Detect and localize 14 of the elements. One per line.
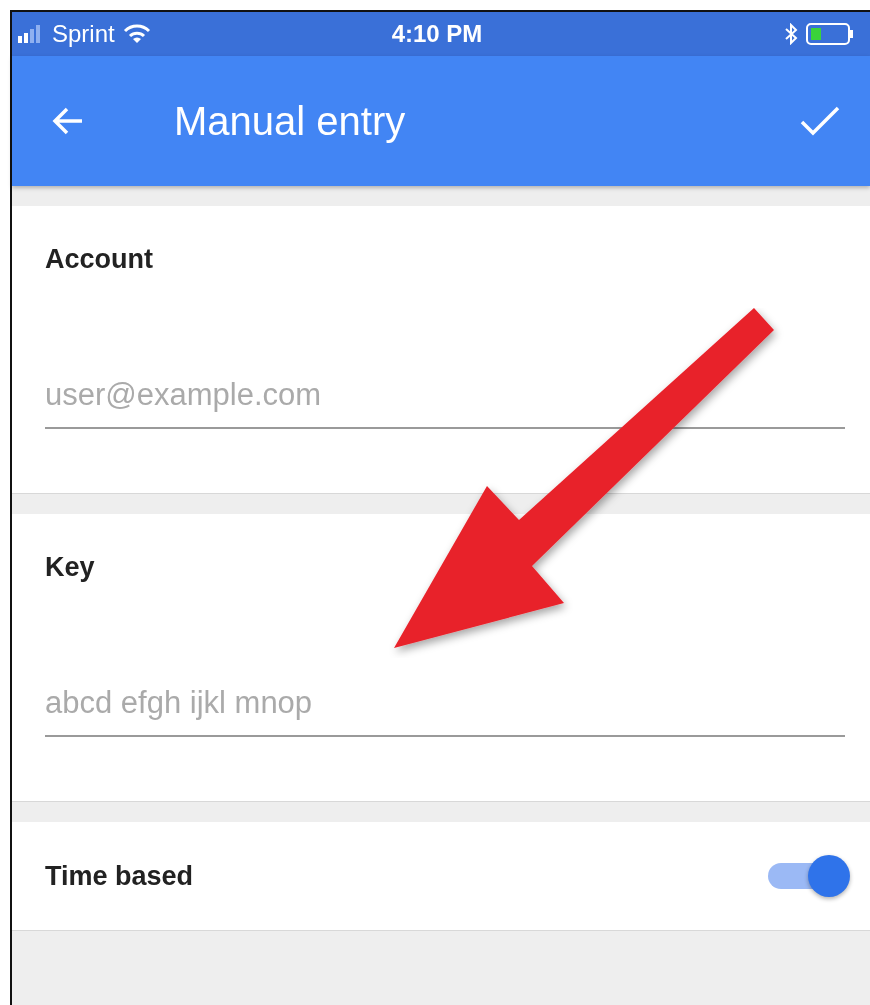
field-label: Key	[45, 552, 95, 583]
bluetooth-icon	[784, 23, 798, 45]
wifi-icon	[122, 24, 151, 44]
battery-icon	[806, 23, 856, 45]
back-arrow-icon[interactable]	[52, 107, 84, 135]
toggle-switch[interactable]	[768, 853, 852, 899]
input-field[interactable]: abcd efgh ijkl mnop	[45, 685, 845, 737]
field-label: Account	[45, 244, 153, 275]
input-field[interactable]: user@example.com	[45, 377, 845, 429]
setting-label: Time based	[45, 860, 194, 892]
screen-title: Manual entry	[174, 98, 407, 144]
status-time: 4:10 PM	[391, 20, 483, 48]
checkmark-icon[interactable]	[800, 106, 840, 136]
carrier-name: Sprint	[52, 20, 115, 48]
